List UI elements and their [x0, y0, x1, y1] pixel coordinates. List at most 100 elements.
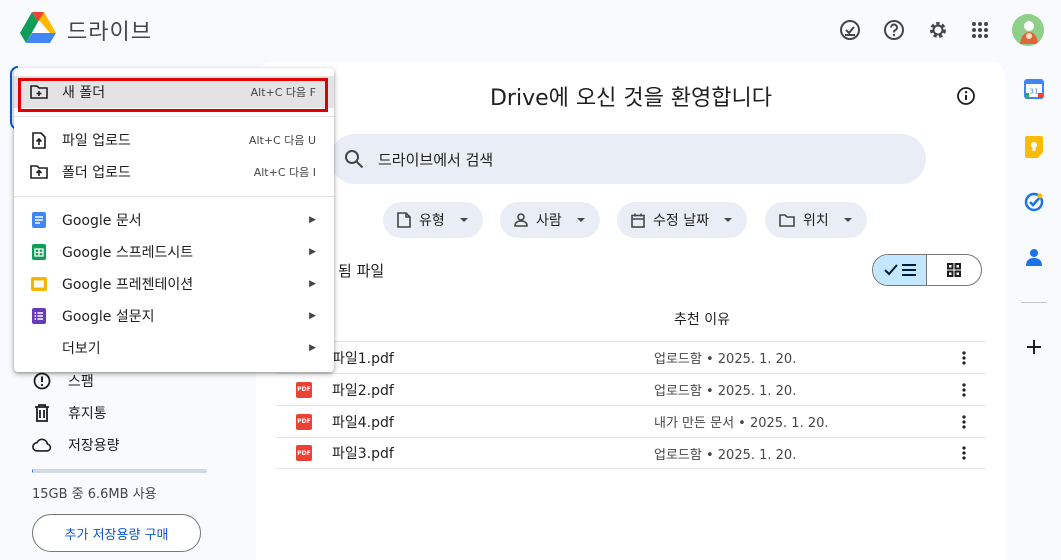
filter-label: 유형	[419, 213, 445, 229]
submenu-arrow-icon: ▶	[309, 215, 316, 225]
app-title: 드라이브	[67, 20, 152, 45]
contacts-app-icon[interactable]	[1022, 246, 1046, 270]
file-icon	[397, 212, 411, 228]
main-panel: Drive에 오신 것을 환영합니다 드라이브에서 검색 유형 사람 수정 날짜…	[256, 62, 1006, 560]
pdf-icon: PDF	[296, 445, 312, 461]
menu-item-shortcut: Alt+C 다음 U	[248, 134, 316, 147]
add-icon[interactable]	[1022, 335, 1046, 359]
drive-logo-icon[interactable]	[19, 11, 57, 47]
file-name: 파일2.pdf	[332, 382, 394, 399]
filter-location-chip[interactable]: 위치	[765, 202, 867, 238]
file-name: 파일4.pdf	[332, 414, 394, 431]
search-input[interactable]: 드라이브에서 검색	[330, 134, 926, 184]
search-placeholder: 드라이브에서 검색	[378, 150, 494, 169]
rail-divider	[1021, 302, 1047, 303]
menu-item-folder-upload[interactable]: 폴더 업로드 Alt+C 다음 I	[14, 156, 334, 188]
calendar-icon	[631, 213, 645, 228]
file-reason: 업로드함 • 2025. 1. 20.	[654, 352, 797, 367]
file-upload-icon	[30, 131, 48, 149]
page-title: Drive에 오신 것을 환영합니다	[489, 86, 773, 111]
caret-down-icon	[843, 217, 853, 223]
submenu-arrow-icon: ▶	[309, 343, 316, 353]
filter-label: 사람	[536, 213, 562, 229]
menu-divider	[14, 196, 334, 197]
more-options-icon[interactable]	[954, 350, 974, 365]
offline-check-icon[interactable]	[834, 14, 866, 46]
file-reason: 업로드함 • 2025. 1. 20.	[654, 384, 797, 399]
filter-label: 위치	[803, 213, 829, 229]
slides-icon	[30, 275, 48, 293]
view-toggle	[872, 254, 982, 286]
list-view-button[interactable]	[873, 255, 928, 285]
pdf-icon: PDF	[296, 413, 312, 430]
submenu-arrow-icon: ▶	[309, 247, 316, 257]
highlight-box	[18, 78, 328, 112]
calendar-day: 31	[1030, 88, 1039, 96]
tasks-app-icon[interactable]	[1022, 190, 1046, 214]
sidebar-item-label: 저장용량	[68, 438, 120, 454]
keep-app-icon[interactable]	[1022, 135, 1046, 159]
menu-item-more[interactable]: 더보기 ▶	[14, 332, 334, 364]
cloud-icon	[32, 435, 52, 455]
sidebar-item-trash[interactable]: 휴지통	[32, 399, 107, 427]
table-row[interactable]: PDF 파일3.pdf 업로드함 • 2025. 1. 20.	[276, 437, 986, 469]
caret-down-icon	[459, 217, 469, 223]
more-options-icon[interactable]	[954, 382, 974, 397]
caret-down-icon	[576, 217, 586, 223]
filter-people-chip[interactable]: 사람	[500, 202, 600, 238]
menu-item-google-forms[interactable]: Google 설문지 ▶	[14, 300, 334, 332]
more-options-icon[interactable]	[954, 414, 974, 429]
table-row[interactable]: PDF 파일1.pdf 업로드함 • 2025. 1. 20.	[276, 341, 986, 373]
apps-grid-icon[interactable]	[964, 14, 996, 46]
avatar[interactable]	[1012, 14, 1044, 46]
storage-bar-fill	[32, 469, 33, 473]
file-name: 파일1.pdf	[332, 350, 394, 367]
trash-icon	[32, 403, 52, 423]
menu-item-label: Google 설문지	[62, 309, 155, 325]
menu-divider	[14, 116, 334, 117]
menu-item-label: 파일 업로드	[62, 133, 131, 149]
file-reason: 내가 만든 문서 • 2025. 1. 20.	[654, 416, 829, 431]
filter-modified-chip[interactable]: 수정 날짜	[617, 202, 747, 238]
storage-bar	[32, 469, 207, 473]
table-row[interactable]: PDF 파일2.pdf 업로드함 • 2025. 1. 20.	[276, 373, 986, 405]
sidebar-item-label: 휴지통	[68, 406, 107, 422]
info-icon[interactable]	[956, 86, 978, 108]
calendar-app-icon[interactable]: 31	[1022, 77, 1046, 101]
storage-text: 15GB 중 6.6MB 사용	[32, 487, 157, 502]
filter-label: 수정 날짜	[653, 213, 709, 229]
menu-item-google-sheets[interactable]: Google 스프레드시트 ▶	[14, 236, 334, 268]
menu-item-label: Google 스프레드시트	[62, 245, 194, 261]
table-row[interactable]: PDF 파일4.pdf 내가 만든 문서 • 2025. 1. 20.	[276, 405, 986, 437]
buy-storage-button[interactable]: 추가 저장용량 구매	[32, 514, 201, 552]
list-icon	[901, 264, 916, 276]
sidebar-item-label: 스팸	[68, 374, 94, 390]
menu-item-label: 폴더 업로드	[62, 165, 131, 181]
caret-down-icon	[723, 217, 733, 223]
menu-item-shortcut: Alt+C 다음 I	[253, 166, 316, 179]
folder-icon	[779, 213, 795, 227]
menu-item-label: 더보기	[62, 341, 101, 357]
spam-icon	[32, 371, 52, 391]
docs-icon	[30, 211, 48, 229]
menu-item-label: Google 프레젠테이션	[62, 277, 194, 293]
menu-item-file-upload[interactable]: 파일 업로드 Alt+C 다음 U	[14, 124, 334, 156]
check-icon	[883, 264, 898, 276]
filter-type-chip[interactable]: 유형	[383, 202, 483, 238]
more-options-icon[interactable]	[954, 446, 974, 460]
menu-item-label: Google 문서	[62, 213, 142, 229]
menu-item-google-docs[interactable]: Google 문서 ▶	[14, 204, 334, 236]
submenu-arrow-icon: ▶	[309, 279, 316, 289]
new-menu: 새 폴더 Alt+C 다음 F 파일 업로드 Alt+C 다음 U 폴더 업로드…	[14, 68, 334, 372]
sidebar-item-storage[interactable]: 저장용량	[32, 431, 120, 459]
grid-icon	[947, 263, 961, 277]
more-blank-icon	[30, 339, 48, 357]
file-name: 파일3.pdf	[332, 446, 394, 462]
settings-icon[interactable]	[922, 14, 954, 46]
folder-upload-icon	[30, 163, 48, 181]
grid-view-button[interactable]	[927, 255, 981, 285]
pdf-icon: PDF	[296, 381, 312, 398]
suggested-files-heading: 됨 파일	[338, 262, 385, 280]
help-icon[interactable]	[878, 14, 910, 46]
menu-item-google-slides[interactable]: Google 프레젠테이션 ▶	[14, 268, 334, 300]
